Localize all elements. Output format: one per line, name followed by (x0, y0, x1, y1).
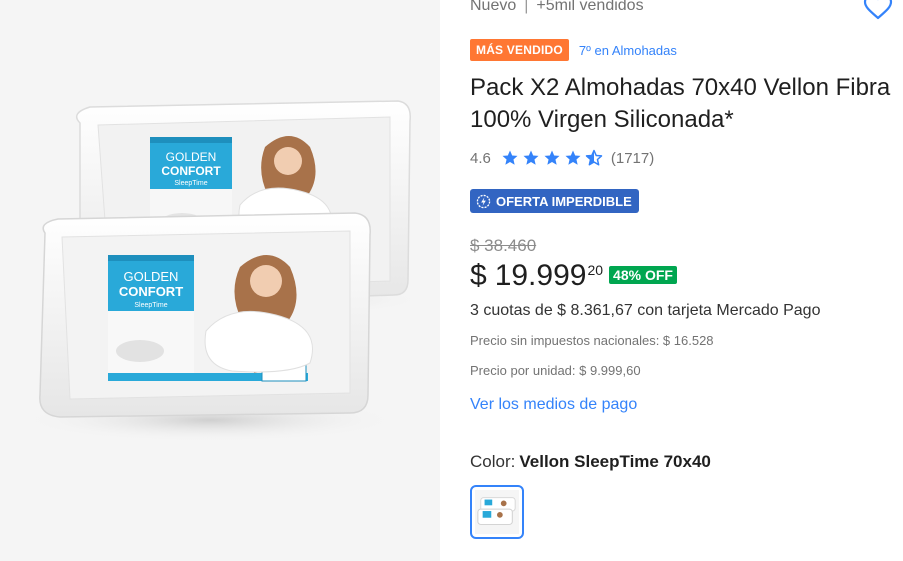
category-rank-link[interactable]: 7º en Almohadas (579, 43, 677, 58)
badge-row: MÁS VENDIDO 7º en Almohadas (470, 39, 677, 61)
price-currency: $ (470, 259, 487, 292)
payment-methods-link[interactable]: Ver los medios de pago (470, 396, 637, 414)
star-icon (565, 150, 581, 165)
lightning-badge-icon (476, 194, 491, 208)
star-half-icon (585, 149, 603, 166)
heart-icon (863, 0, 893, 20)
product-page: GOLDEN CONFORT SleepTime GOLDEN CONFORT … (0, 0, 903, 561)
price-without-taxes: Precio sin impuestos nacionales: $ 16.52… (470, 333, 714, 348)
unit-price: Precio por unidad: $ 9.999,60 (470, 363, 641, 378)
color-swatch-selected[interactable] (470, 485, 524, 539)
svg-text:SleepTime: SleepTime (174, 180, 207, 187)
swatch-thumbnail (475, 490, 519, 534)
color-selector-label: Color: Vellon SleepTime 70x40 (470, 452, 711, 472)
price-cents: 20 (587, 262, 604, 278)
best-seller-badge: MÁS VENDIDO (470, 39, 569, 61)
product-image[interactable]: GOLDEN CONFORT SleepTime GOLDEN CONFORT … (10, 95, 430, 450)
condition-label: Nuevo (470, 0, 517, 14)
subtitle-separator: | (524, 0, 529, 14)
discount-badge: 48% OFF (609, 266, 677, 284)
price-integer: 19.999 (494, 259, 587, 292)
original-price: $ 38.460 (470, 236, 537, 255)
image-gallery: GOLDEN CONFORT SleepTime GOLDEN CONFORT … (0, 0, 440, 561)
sold-count: +5mil vendidos (536, 0, 644, 14)
svg-text:CONFORT: CONFORT (161, 164, 221, 178)
favorite-button[interactable] (862, 0, 894, 22)
star-icon (502, 150, 518, 165)
star-icon (523, 150, 539, 165)
product-subtitle: Nuevo | +5mil vendidos (470, 0, 644, 15)
svg-text:GOLDEN: GOLDEN (124, 269, 179, 284)
rating-row[interactable]: 4.6 (1717) (470, 147, 654, 169)
svg-text:GOLDEN: GOLDEN (166, 150, 217, 164)
svg-text:CONFORT: CONFORT (119, 284, 183, 299)
review-count: (1717) (610, 149, 655, 167)
installments-info: 3 cuotas de $ 8.361,67 con tarjeta Merca… (470, 302, 821, 319)
deal-label: OFERTA IMPERDIBLE (496, 193, 632, 209)
rating-stars (501, 149, 603, 167)
product-info: Nuevo | +5mil vendidos MÁS VENDIDO 7º en A… (470, 0, 903, 561)
color-label: Color: (470, 452, 516, 471)
color-value: Vellon SleepTime 70x40 (519, 452, 711, 471)
current-price: $ 19.999 20 48% OFF (470, 258, 677, 294)
rating-value: 4.6 (470, 149, 491, 167)
deal-badge: OFERTA IMPERDIBLE (470, 189, 639, 213)
product-title: Pack X2 Almohadas 70x40 Vellon Fibra 100… (470, 74, 891, 133)
star-icon (544, 150, 560, 165)
svg-text:SleepTime: SleepTime (134, 302, 167, 309)
